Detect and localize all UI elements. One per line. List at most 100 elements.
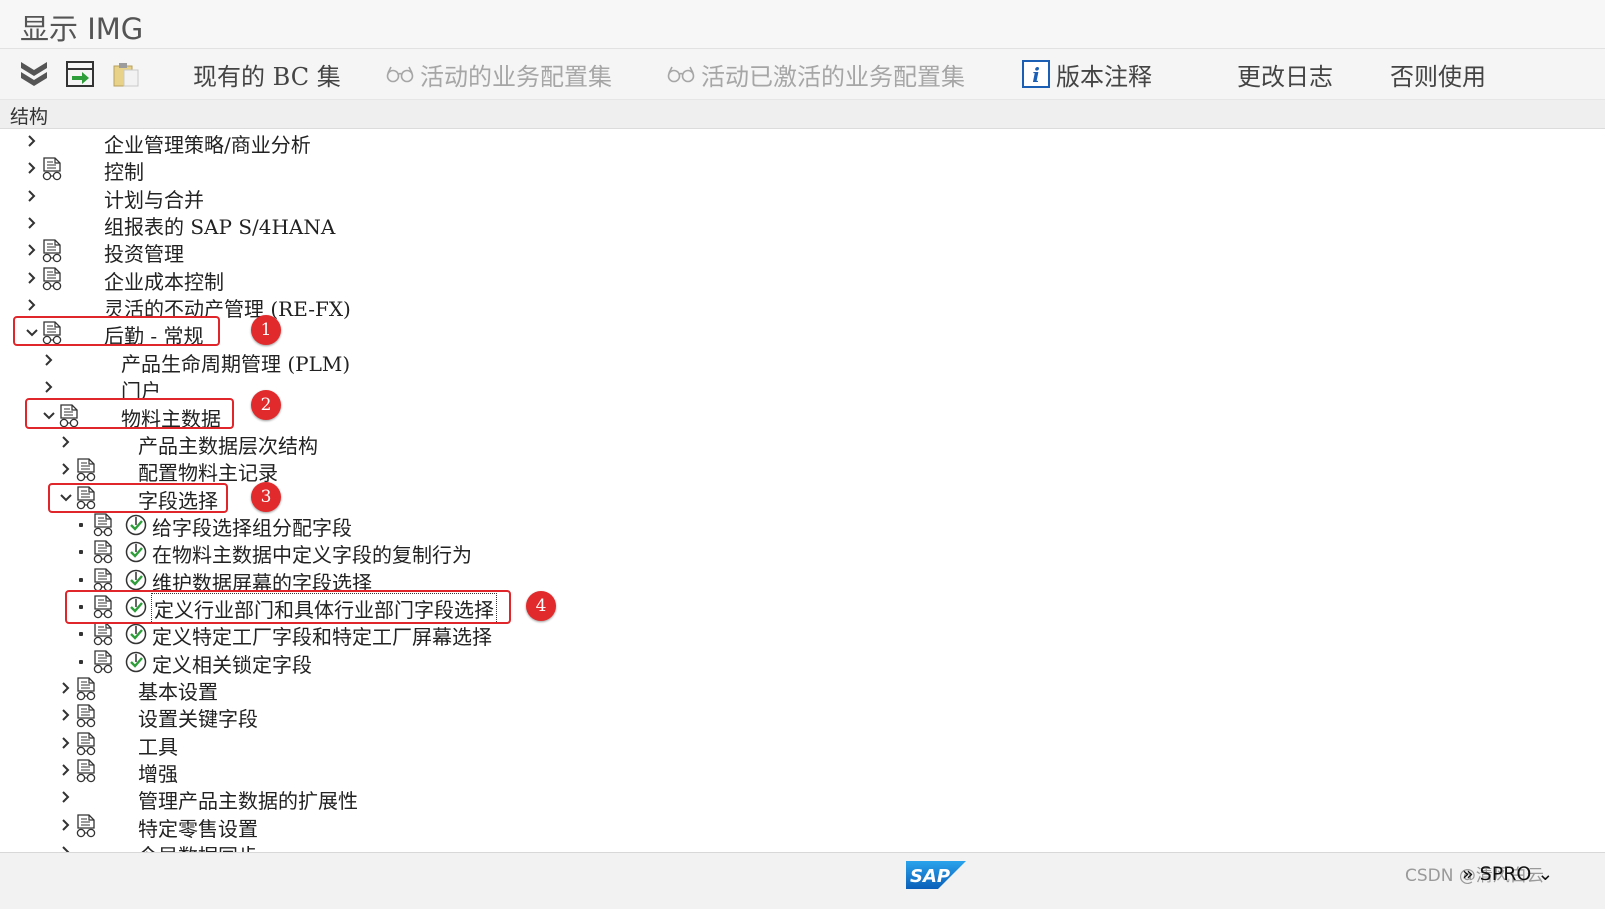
tree-node[interactable]: 企业管理策略/商业分析 xyxy=(0,128,1605,157)
leaf-bullet-icon xyxy=(79,550,83,555)
active-bc-sets-button[interactable]: 活动的业务配置集 xyxy=(386,57,612,91)
documentation-icon[interactable] xyxy=(92,622,114,646)
tree-node[interactable]: 管理产品主数据的扩展性 xyxy=(0,784,1605,813)
documentation-icon[interactable] xyxy=(75,677,97,701)
tree-node[interactable]: 定义相关锁定字段 xyxy=(0,648,1605,677)
activated-bc-sets-button[interactable]: 活动已激活的业务配置集 xyxy=(667,57,965,91)
tree-node[interactable]: 工具 xyxy=(0,730,1605,759)
tree-node[interactable]: 给字段选择组分配字段 xyxy=(0,511,1605,540)
change-log-button[interactable]: 更改日志 xyxy=(1237,57,1333,91)
leaf-bullet-icon xyxy=(79,659,83,664)
step-badge: 2 xyxy=(251,390,281,420)
chevron-right-icon[interactable] xyxy=(25,240,39,260)
tree-node[interactable]: 控制 xyxy=(0,155,1605,185)
where-used-label: 否则使用 xyxy=(1390,62,1486,91)
tree-node-label: 定义特定工厂字段和特定工厂屏幕选择 xyxy=(152,625,492,650)
tree-node[interactable]: 维护数据屏幕的字段选择 xyxy=(0,566,1605,595)
documentation-icon[interactable] xyxy=(92,540,114,564)
tree-node[interactable]: 灵活的不动产管理 (RE-FX) xyxy=(0,292,1605,321)
tree-node-label: 控制 xyxy=(104,160,144,185)
tree-node[interactable]: 特定零售设置 xyxy=(0,812,1605,841)
tree-node-label: 企业成本控制 xyxy=(104,269,224,294)
where-used-button[interactable]: 否则使用 xyxy=(1390,57,1486,91)
tree-node[interactable]: 增强 xyxy=(0,757,1605,786)
transaction-code[interactable]: » SPRO ⌄ xyxy=(1462,863,1553,885)
chevron-right-icon[interactable] xyxy=(59,787,73,807)
documentation-icon[interactable] xyxy=(41,267,63,291)
chevron-right-icon[interactable] xyxy=(25,131,39,151)
tree-node-label: 计划与合并 xyxy=(104,187,204,212)
execute-activity-icon[interactable] xyxy=(125,623,147,645)
highlight-box xyxy=(65,590,511,624)
tree-node[interactable]: 物料主数据 xyxy=(0,402,1605,431)
glasses-icon xyxy=(386,66,414,83)
tree-node[interactable]: 在物料主数据中定义字段的复制行为 xyxy=(0,538,1605,568)
chevron-right-icon[interactable] xyxy=(59,815,73,835)
sap-logo-text: SAP xyxy=(910,866,950,887)
step-badge: 4 xyxy=(526,591,556,621)
documentation-icon[interactable] xyxy=(75,704,97,728)
documentation-icon[interactable] xyxy=(92,567,114,592)
execute-activity-icon[interactable] xyxy=(125,541,147,563)
tree-node-label: 产品主数据层次结构 xyxy=(138,433,318,458)
leaf-bullet-icon xyxy=(79,632,83,637)
execute-activity-icon[interactable] xyxy=(125,569,147,591)
release-notes-button[interactable]: i 版本注释 xyxy=(1022,57,1152,91)
documentation-icon[interactable] xyxy=(41,239,63,263)
release-notes-label: 版本注释 xyxy=(1056,62,1152,91)
chevron-right-icon[interactable] xyxy=(59,432,73,452)
tree-node[interactable]: 计划与合并 xyxy=(0,183,1605,212)
chevron-right-icon[interactable] xyxy=(59,459,73,479)
chevron-right-icon[interactable] xyxy=(25,213,39,233)
tree-node[interactable]: 定义特定工厂字段和特定工厂屏幕选择 xyxy=(0,620,1605,650)
find-icon[interactable] xyxy=(64,58,96,90)
documentation-icon[interactable] xyxy=(92,649,114,674)
step-badge: 1 xyxy=(251,315,281,345)
tree-node[interactable]: 配置物料主记录 xyxy=(0,456,1605,486)
documentation-icon[interactable] xyxy=(92,513,114,537)
documentation-icon[interactable] xyxy=(75,458,97,482)
execute-activity-icon[interactable] xyxy=(125,651,147,673)
chevron-right-icon[interactable] xyxy=(25,295,39,315)
tree-node[interactable]: 今局数据同步 xyxy=(0,839,1605,852)
chevron-right-icon[interactable] xyxy=(25,158,39,178)
highlight-box xyxy=(48,483,228,513)
clipboard-icon[interactable] xyxy=(110,58,142,90)
tree-node[interactable]: 后勤 - 常规 xyxy=(0,319,1605,348)
documentation-icon[interactable] xyxy=(41,157,63,181)
tree-node[interactable]: 企业成本控制 xyxy=(0,265,1605,294)
step-badge: 3 xyxy=(251,482,281,512)
tree-node[interactable]: 产品生命周期管理 (PLM) xyxy=(0,347,1605,376)
chevron-right-icon[interactable] xyxy=(59,760,73,780)
chevron-right-icon[interactable] xyxy=(59,678,73,698)
tree-node[interactable]: 投资管理 xyxy=(0,237,1605,266)
chevron-right-icon[interactable] xyxy=(59,733,73,753)
tree-node-label: 在物料主数据中定义字段的复制行为 xyxy=(152,543,472,568)
execute-activity-icon[interactable] xyxy=(125,514,147,536)
tree-node[interactable]: 字段选择 xyxy=(0,484,1605,513)
toolbar: 现有的 BC 集 活动的业务配置集 活动已激活的业务配置集 i 版本注释 更改日… xyxy=(0,49,1605,100)
highlight-box xyxy=(25,398,234,429)
tree-node[interactable]: 组报表的 SAP S/4HANA xyxy=(0,210,1605,239)
tree-node[interactable]: 设置关键字段 xyxy=(0,702,1605,731)
chevron-right-icon[interactable] xyxy=(59,705,73,725)
structure-header-label: 结构 xyxy=(10,106,49,128)
chevron-right-icon[interactable] xyxy=(59,842,73,852)
tree-node-label: 特定零售设置 xyxy=(138,816,258,841)
sap-logo-icon: SAP xyxy=(906,861,966,889)
chevron-right-icon[interactable] xyxy=(42,350,56,370)
chevron-right-icon[interactable] xyxy=(25,268,39,288)
tree-node[interactable]: 产品主数据层次结构 xyxy=(0,429,1605,458)
existing-bc-sets-button[interactable]: 现有的 BC 集 xyxy=(193,57,341,91)
documentation-icon[interactable] xyxy=(75,759,97,783)
leaf-bullet-icon xyxy=(79,577,83,582)
structure-header: 结构 xyxy=(0,100,1605,129)
documentation-icon[interactable] xyxy=(75,814,97,838)
chevron-right-icon[interactable] xyxy=(25,186,39,206)
tree-node-label: 配置物料主记录 xyxy=(138,461,278,486)
tree-node[interactable]: 基本设置 xyxy=(0,675,1605,704)
tree-node[interactable]: 门户 xyxy=(0,374,1605,403)
collapse-all-icon[interactable] xyxy=(18,58,50,90)
chevron-right-icon[interactable] xyxy=(42,377,56,397)
documentation-icon[interactable] xyxy=(75,732,97,756)
